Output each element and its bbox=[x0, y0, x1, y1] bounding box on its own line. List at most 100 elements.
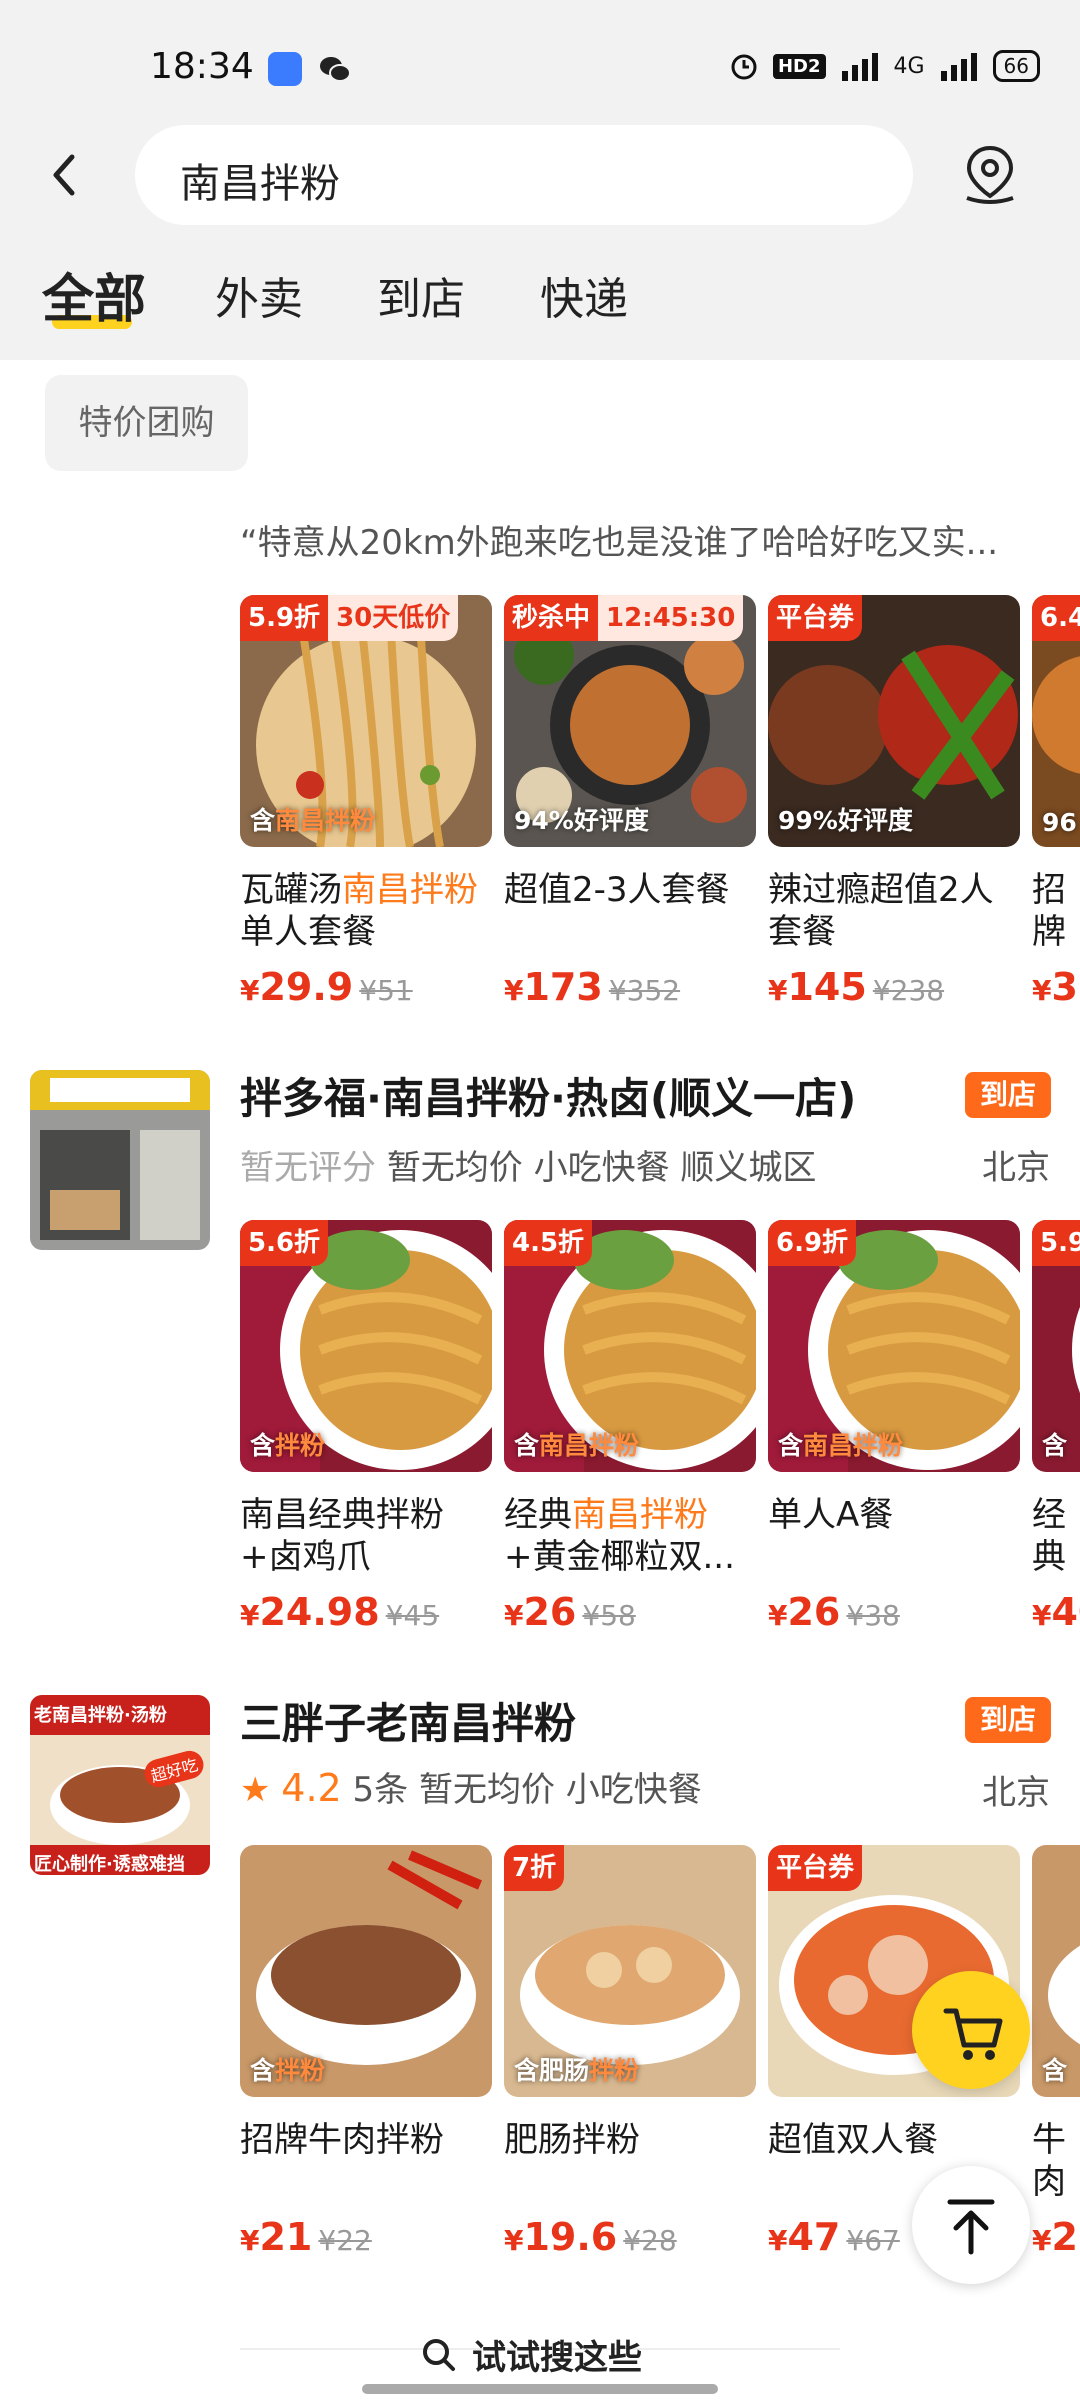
search-input[interactable]: 南昌拌粉 bbox=[135, 125, 913, 225]
network-type: 4G bbox=[893, 53, 925, 79]
filter-chip-special-deal[interactable]: 特价团购 bbox=[45, 375, 248, 471]
cart-icon bbox=[943, 2008, 1003, 2060]
product-price: ¥28 bbox=[1032, 2215, 1080, 2259]
product-card[interactable]: 平台券 99%好评度 辣过瘾超值2人套餐 ¥145 ¥238 bbox=[768, 595, 1020, 1009]
product-caption: 含南昌拌粉 bbox=[778, 1431, 904, 1460]
product-card-partial[interactable]: 6.4 96 招牌4人 ¥36 bbox=[1032, 595, 1080, 1009]
discount-badge: 5.9 bbox=[1032, 1220, 1080, 1266]
product-title: 南昌经典拌粉+卤鸡爪 bbox=[240, 1495, 444, 1577]
shop-meta: 暂无评分 暂无均价 小吃快餐 顺义城区 bbox=[240, 1148, 817, 1188]
product-image: 5.6折 含拌粉 bbox=[240, 1220, 492, 1472]
product-caption: 含 bbox=[1042, 2056, 1068, 2085]
product-image: 6.9折 含南昌拌粉 bbox=[768, 1220, 1020, 1472]
signal-icon bbox=[841, 53, 878, 81]
alarm-icon bbox=[731, 54, 757, 80]
product-card[interactable]: 4.5折 含南昌拌粉 经典南昌拌粉+黄金椰粒双... ¥26 ¥58 bbox=[504, 1220, 756, 1634]
signal-icon-2 bbox=[940, 53, 977, 81]
discount-badge: 4.5折 bbox=[504, 1220, 593, 1266]
discount-badge: 6.4 bbox=[1032, 595, 1080, 641]
product-card-partial[interactable]: 5.9 含 经典拌粉 ¥40 bbox=[1032, 1220, 1080, 1634]
tab-delivery[interactable]: 外卖 bbox=[215, 263, 303, 327]
product-image: 含 bbox=[1032, 1845, 1080, 2097]
discount-badge: 5.9折 30天低价 bbox=[240, 595, 459, 641]
tab-express[interactable]: 快递 bbox=[540, 263, 628, 327]
product-title: 瓦罐汤南昌拌粉单人套餐 bbox=[240, 870, 478, 952]
product-image: 4.5折 含南昌拌粉 bbox=[504, 1220, 756, 1472]
product-caption: 含 bbox=[1042, 1431, 1068, 1460]
product-price: ¥40 bbox=[1032, 1590, 1080, 1634]
discount-badge: 6.9折 bbox=[768, 1220, 857, 1266]
product-caption: 含南昌拌粉 bbox=[514, 1431, 640, 1460]
try-search-link[interactable]: 试试搜这些 bbox=[420, 2330, 642, 2379]
product-image: 含拌粉 bbox=[240, 1845, 492, 2097]
product-card[interactable]: 含拌粉 招牌牛肉拌粉 ¥21 ¥22 bbox=[240, 1845, 492, 2259]
shop-name[interactable]: 三胖子老南昌拌粉 bbox=[240, 1690, 576, 1751]
product-title: 肥肠拌粉 bbox=[504, 2120, 640, 2160]
search-icon bbox=[423, 2338, 455, 2371]
product-image: 5.9折 30天低价 含南昌拌粉 bbox=[240, 595, 492, 847]
try-search-label: 试试搜这些 bbox=[472, 2338, 642, 2378]
status-bar: 18:34 HD2 4G 66 bbox=[0, 0, 1080, 120]
shop-city: 北京 bbox=[982, 1148, 1050, 1188]
product-card[interactable]: 6.9折 含南昌拌粉 单人A餐 ¥26 ¥38 bbox=[768, 1220, 1020, 1634]
product-image: 平台券 99%好评度 bbox=[768, 595, 1020, 847]
product-price: ¥26 ¥38 bbox=[768, 1590, 900, 1634]
product-image: 5.9 含 bbox=[1032, 1220, 1080, 1472]
product-title: 招牌牛肉拌粉 bbox=[240, 2120, 444, 2160]
product-caption: 含拌粉 bbox=[250, 2056, 326, 2085]
product-card[interactable]: 秒杀中 12:45:30 94%好评度 超值2-3人套餐 ¥173 ¥352 bbox=[504, 595, 756, 1009]
product-card-partial[interactable]: 含 牛肉餐 ¥28 bbox=[1032, 1845, 1080, 2259]
home-indicator[interactable] bbox=[362, 2384, 718, 2394]
product-card[interactable]: 7折 含肥肠拌粉 肥肠拌粉 ¥19.6 ¥28 bbox=[504, 1845, 756, 2259]
shop-thumbnail[interactable]: 老南昌拌粉·汤粉 超好吃 匠心制作·诱惑难挡 bbox=[30, 1695, 210, 1875]
product-caption: 94%好评度 bbox=[514, 806, 649, 835]
wechat-icon bbox=[318, 52, 352, 86]
arrow-up-icon bbox=[947, 2199, 995, 2255]
search-input-value: 南昌拌粉 bbox=[180, 161, 340, 207]
shop-city: 北京 bbox=[982, 1773, 1050, 1813]
product-price: ¥145 ¥238 bbox=[768, 965, 945, 1009]
product-title: 单人A餐 bbox=[768, 1495, 894, 1535]
product-price: ¥29.9 ¥51 bbox=[240, 965, 413, 1009]
category-tabs: 全部 外卖 到店 快递 bbox=[0, 255, 1080, 335]
in-store-tag: 到店 bbox=[965, 1072, 1051, 1118]
product-price: ¥21 ¥22 bbox=[240, 2215, 372, 2259]
product-price: ¥26 ¥58 bbox=[504, 1590, 636, 1634]
product-caption: 含拌粉 bbox=[250, 1431, 326, 1460]
product-title: 招牌4人 bbox=[1032, 870, 1066, 952]
product-title: 超值2-3人套餐 bbox=[504, 870, 730, 910]
cart-button[interactable] bbox=[912, 1971, 1030, 2089]
tab-all[interactable]: 全部 bbox=[42, 257, 146, 332]
shop-thumbnail[interactable] bbox=[30, 1070, 210, 1250]
product-title: 辣过瘾超值2人套餐 bbox=[768, 870, 994, 952]
platform-coupon-badge: 平台券 bbox=[768, 595, 863, 641]
product-price: ¥19.6 ¥28 bbox=[504, 2215, 677, 2259]
app-notification-icon bbox=[268, 52, 302, 86]
product-image: 7折 含肥肠拌粉 bbox=[504, 1845, 756, 2097]
discount-badge: 7折 bbox=[504, 1845, 565, 1891]
flash-sale-badge: 秒杀中 12:45:30 bbox=[504, 595, 744, 641]
product-title: 经典拌粉 bbox=[1032, 1495, 1066, 1577]
product-card[interactable]: 5.9折 30天低价 含南昌拌粉 瓦罐汤南昌拌粉单人套餐 ¥29.9 ¥51 bbox=[240, 595, 492, 1009]
shop-name[interactable]: 拌多福·南昌拌粉·热卤(顺义一店) bbox=[240, 1065, 856, 1126]
product-price: ¥36 bbox=[1032, 965, 1080, 1009]
battery-icon: 66 bbox=[992, 50, 1040, 82]
back-to-top-button[interactable] bbox=[912, 2166, 1030, 2284]
hd-icon: HD2 bbox=[772, 53, 826, 79]
thumb-text-top: 老南昌拌粉·汤粉 bbox=[34, 1705, 167, 1726]
shop-meta: ★ 4.2 5条 暂无均价 小吃快餐 bbox=[240, 1766, 702, 1810]
product-image: 秒杀中 12:45:30 94%好评度 bbox=[504, 595, 756, 847]
product-caption: 96 bbox=[1042, 808, 1077, 837]
product-card[interactable]: 5.6折 含拌粉 南昌经典拌粉+卤鸡爪 ¥24.98 ¥45 bbox=[240, 1220, 492, 1634]
product-caption: 含肥肠拌粉 bbox=[514, 2056, 640, 2085]
platform-coupon-badge: 平台券 bbox=[768, 1845, 863, 1891]
product-price: ¥173 ¥352 bbox=[504, 965, 681, 1009]
tab-in-store[interactable]: 到店 bbox=[377, 263, 465, 327]
product-caption: 99%好评度 bbox=[778, 806, 913, 835]
in-store-tag: 到店 bbox=[965, 1697, 1051, 1743]
back-button[interactable] bbox=[40, 145, 90, 205]
status-time: 18:34 bbox=[150, 46, 254, 87]
location-pin-icon[interactable] bbox=[955, 140, 1025, 210]
product-caption: 含南昌拌粉 bbox=[250, 806, 376, 835]
thumb-text-bottom: 匠心制作·诱惑难挡 bbox=[34, 1854, 185, 1875]
